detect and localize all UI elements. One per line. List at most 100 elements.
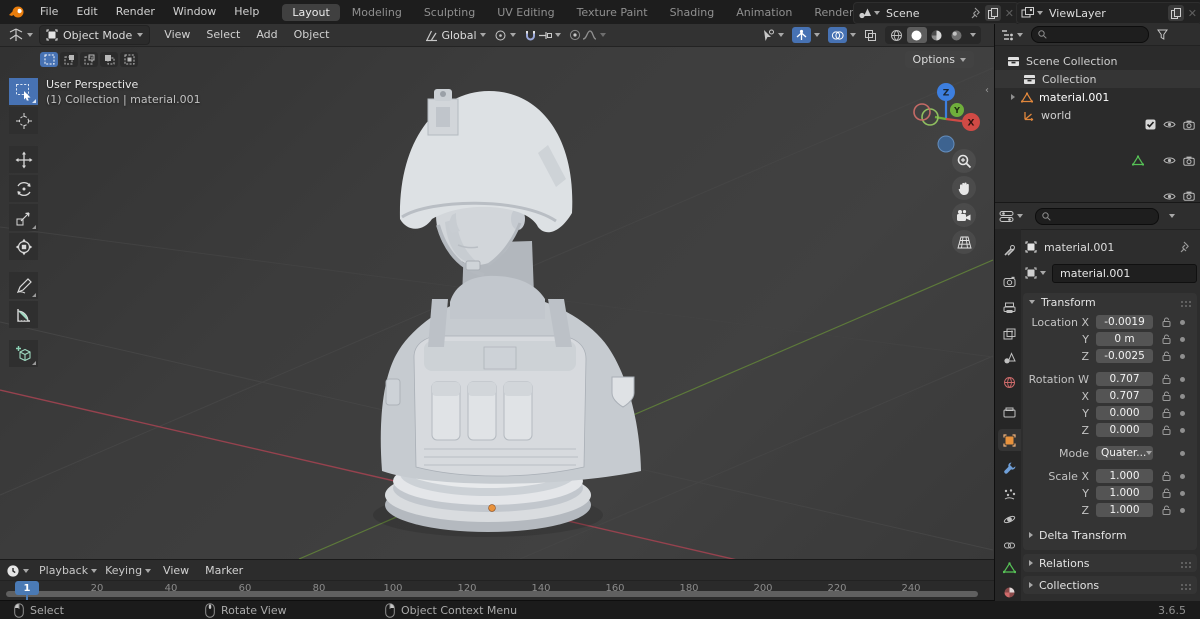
orientation-selector[interactable]: Global xyxy=(425,29,486,42)
tab-constraints[interactable] xyxy=(998,534,1020,556)
pan-hand-button[interactable] xyxy=(952,176,976,200)
tool-move[interactable] xyxy=(9,146,38,173)
select-extend-button[interactable] xyxy=(60,52,78,67)
tab-scene[interactable] xyxy=(998,347,1020,369)
location-z-field[interactable]: -0.0025 xyxy=(1096,349,1153,363)
lock-icon[interactable] xyxy=(1161,505,1171,515)
menu-edit[interactable]: Edit xyxy=(67,0,106,24)
tool-add-cube[interactable] xyxy=(9,340,38,367)
scale-x-field[interactable]: 1.000 xyxy=(1096,469,1153,483)
navigation-gizmo[interactable]: Z X Y xyxy=(905,80,985,156)
viewlayer-name[interactable]: ViewLayer xyxy=(1043,7,1165,20)
filter-icon[interactable] xyxy=(1157,29,1168,40)
proportional-falloff-selector[interactable] xyxy=(582,29,606,41)
timeline-scrollbar[interactable] xyxy=(6,591,978,597)
tab-particles[interactable] xyxy=(998,483,1020,505)
animate-dot[interactable] xyxy=(1180,336,1185,342)
remove-viewlayer-icon[interactable]: ✕ xyxy=(1188,7,1197,20)
timeline-editor-type-button[interactable] xyxy=(6,564,29,578)
scene-collection-label[interactable]: Scene Collection xyxy=(1026,55,1117,68)
select-invert-button[interactable] xyxy=(100,52,118,67)
mode-selector[interactable]: Object Mode xyxy=(39,25,151,45)
tool-select-box[interactable] xyxy=(9,78,38,105)
animate-dot[interactable] xyxy=(1180,490,1185,496)
disable-render-icon[interactable] xyxy=(1183,191,1195,201)
viewport-3d[interactable]: Options User Perspective (1) Collection … xyxy=(0,47,994,559)
tab-world[interactable] xyxy=(998,371,1020,393)
snap-settings[interactable] xyxy=(538,29,561,42)
rotation-w-field[interactable]: 0.707 xyxy=(1096,372,1153,386)
properties-search[interactable] xyxy=(1035,207,1159,225)
options-button[interactable]: Options xyxy=(904,51,974,68)
hide-eye-icon[interactable] xyxy=(1163,156,1176,165)
outliner-display-mode[interactable] xyxy=(1001,29,1023,41)
tool-annotate[interactable] xyxy=(9,272,38,299)
xray-toggle[interactable] xyxy=(864,29,877,42)
shading-rendered-button[interactable] xyxy=(947,27,967,43)
outliner-row-collection[interactable]: Collection xyxy=(995,70,1200,130)
shading-wireframe-button[interactable] xyxy=(887,27,907,43)
collection-label[interactable]: Collection xyxy=(1042,73,1096,86)
scale-z-field[interactable]: 1.000 xyxy=(1096,503,1153,517)
tab-sculpting[interactable]: Sculpting xyxy=(414,4,485,21)
pin-icon[interactable] xyxy=(1180,241,1191,253)
panel-grip[interactable] xyxy=(1181,562,1183,564)
tab-animation[interactable]: Animation xyxy=(726,4,802,21)
collections-panel[interactable]: Collections xyxy=(1023,576,1197,594)
playhead[interactable]: 1 xyxy=(15,581,39,595)
menu-keying[interactable]: Keying xyxy=(105,564,152,577)
scale-y-field[interactable]: 1.000 xyxy=(1096,486,1153,500)
toggle-grid-button[interactable] xyxy=(952,230,976,254)
tab-collection[interactable] xyxy=(998,401,1020,423)
select-subtract-button[interactable] xyxy=(80,52,98,67)
menu-select[interactable]: Select xyxy=(198,24,248,46)
rotation-x-field[interactable]: 0.707 xyxy=(1096,389,1153,403)
animate-dot[interactable] xyxy=(1180,319,1185,325)
lock-icon[interactable] xyxy=(1161,351,1171,361)
outliner-row-scene-collection[interactable]: Scene Collection xyxy=(995,52,1200,70)
animate-dot[interactable] xyxy=(1180,376,1185,382)
snap-toggle[interactable] xyxy=(524,29,537,42)
menu-help[interactable]: Help xyxy=(225,0,268,24)
shading-solid-button[interactable] xyxy=(906,27,927,43)
animate-dot[interactable] xyxy=(1180,507,1185,513)
lock-icon[interactable] xyxy=(1161,488,1171,498)
pivot-point-selector[interactable] xyxy=(494,29,516,42)
properties-editor-type-button[interactable] xyxy=(999,210,1023,223)
animate-dot[interactable] xyxy=(1180,427,1185,433)
viewlayer-selector[interactable]: ViewLayer ✕ xyxy=(1016,2,1200,24)
lock-icon[interactable] xyxy=(1161,317,1171,327)
overlays-toggle[interactable] xyxy=(827,27,856,43)
menu-add[interactable]: Add xyxy=(248,24,285,46)
tab-layout[interactable]: Layout xyxy=(282,3,340,21)
animate-dot[interactable] xyxy=(1180,473,1185,479)
camera-view-button[interactable] xyxy=(952,203,976,227)
tab-physics[interactable] xyxy=(998,508,1020,530)
rotation-z-field[interactable]: 0.000 xyxy=(1096,423,1153,437)
region-collapse-icon[interactable]: ‹ xyxy=(985,85,989,96)
lock-icon[interactable] xyxy=(1161,471,1171,481)
outliner-row-world[interactable]: world xyxy=(995,106,1200,201)
lock-icon[interactable] xyxy=(1161,374,1171,384)
menu-view[interactable]: View xyxy=(156,24,198,46)
lock-icon[interactable] xyxy=(1161,425,1171,435)
new-viewlayer-button[interactable] xyxy=(1167,5,1184,21)
tab-tool[interactable] xyxy=(998,239,1020,261)
tab-render[interactable] xyxy=(998,271,1020,293)
menu-file[interactable]: File xyxy=(31,0,67,24)
menu-object[interactable]: Object xyxy=(286,24,338,46)
menu-tl-view[interactable]: View xyxy=(155,560,197,581)
tab-object-data[interactable] xyxy=(998,557,1020,579)
tab-view-layer[interactable] xyxy=(998,323,1020,345)
disable-render-icon[interactable] xyxy=(1183,156,1195,166)
select-intersect-button[interactable] xyxy=(120,52,138,67)
tab-modeling[interactable]: Modeling xyxy=(342,4,412,21)
properties-options-chevron[interactable] xyxy=(1169,214,1175,218)
menu-render[interactable]: Render xyxy=(107,0,164,24)
menu-marker[interactable]: Marker xyxy=(197,560,251,581)
tool-measure[interactable] xyxy=(9,301,38,328)
delta-transform-panel[interactable]: Delta Transform xyxy=(1023,526,1197,544)
relations-panel[interactable]: Relations xyxy=(1023,554,1197,572)
material001-label[interactable]: material.001 xyxy=(1039,91,1109,104)
tool-rotate[interactable] xyxy=(9,175,38,202)
